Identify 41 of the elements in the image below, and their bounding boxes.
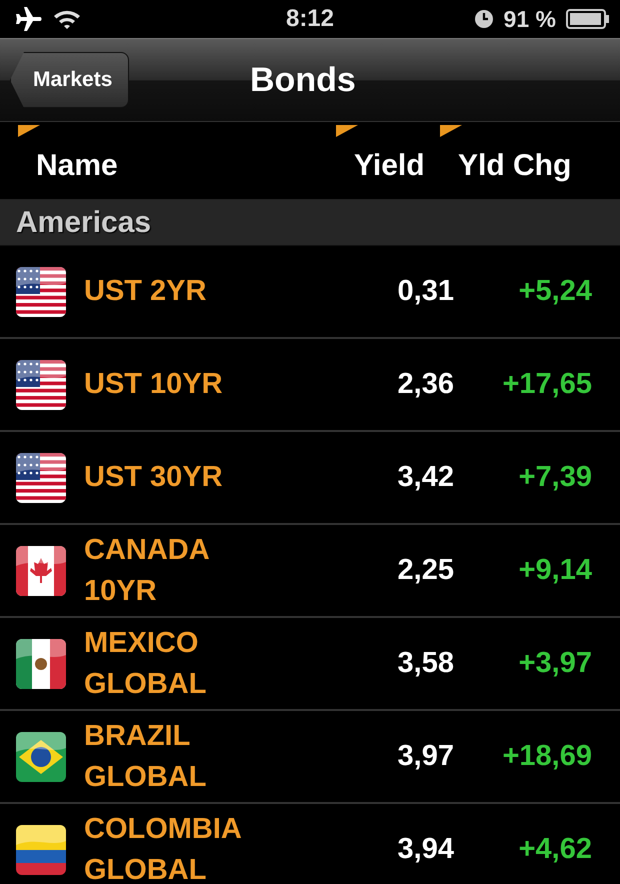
clock-icon	[474, 9, 494, 29]
yield-change: +9,14	[518, 554, 592, 587]
yield-value: 2,25	[396, 554, 454, 587]
flag-icon	[16, 452, 66, 502]
column-header[interactable]: Name	[36, 149, 118, 182]
yield-value: 3,42	[396, 461, 454, 494]
battery-icon	[566, 8, 610, 30]
bond-name: CANADA 10YR	[84, 532, 211, 608]
yield-change: +3,97	[518, 647, 592, 680]
sort-indicator-icon	[18, 125, 40, 137]
flag-icon	[16, 824, 66, 874]
yield-change: +5,24	[518, 275, 592, 308]
battery-percent: 91 %	[504, 6, 556, 32]
section-title: Americas	[16, 206, 152, 240]
sort-indicator-icon	[440, 125, 462, 137]
yield-value: 3,94	[396, 833, 454, 866]
bond-name: MEXICO GLOBAL	[84, 626, 208, 702]
status-time: 8:12	[286, 5, 334, 33]
yield-value: 3,97	[396, 740, 454, 773]
flag-icon	[16, 546, 66, 596]
bond-name: COLOMBIA GLOBAL	[84, 812, 243, 884]
yield-change: +17,65	[501, 368, 592, 401]
yield-change: +7,39	[518, 461, 592, 494]
bond-name: BRAZIL GLOBAL	[84, 718, 208, 794]
yield-change: +4,62	[518, 833, 592, 866]
flag-icon	[16, 638, 66, 688]
yield-value: 3,58	[396, 647, 454, 680]
bond-name: UST 10YR	[84, 367, 224, 402]
sort-indicator-icon	[336, 125, 358, 137]
flag-icon	[16, 732, 66, 782]
back-button[interactable]: Markets	[10, 52, 130, 108]
flag-icon	[16, 266, 66, 316]
yield-value: 2,36	[396, 368, 454, 401]
bond-name: UST 30YR	[84, 460, 224, 495]
flag-icon	[16, 360, 66, 410]
bond-name: UST 2YR	[84, 274, 208, 309]
column-header[interactable]: Yield	[354, 149, 425, 182]
yield-value: 0,31	[396, 275, 454, 308]
page-title: Bonds	[250, 60, 356, 100]
column-header[interactable]: Yld Chg	[458, 149, 572, 182]
yield-change: +18,69	[501, 740, 592, 773]
